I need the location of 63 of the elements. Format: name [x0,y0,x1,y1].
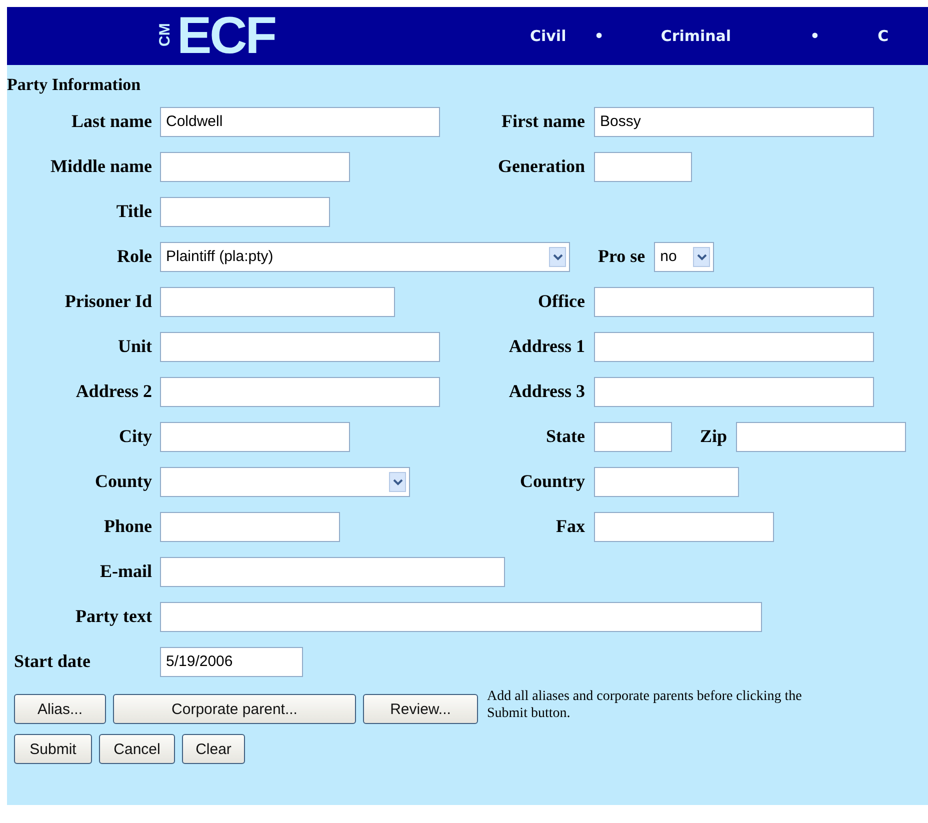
section-title: Party Information [7,75,142,95]
field-label: Phone [104,516,152,536]
field-label: First name [502,111,585,131]
text-field[interactable] [736,422,906,452]
text-field[interactable] [160,152,350,182]
date-field[interactable]: 5/19/2006 [160,646,303,676]
field-label: County [94,471,152,491]
field-label: Address 1 [508,336,585,356]
text-field[interactable] [160,422,350,452]
text-field[interactable] [594,376,874,406]
nav-link[interactable]: C [878,27,889,45]
form-button[interactable]: Alias... [14,694,106,724]
field-label: Address 2 [76,381,152,401]
form-button[interactable]: Corporate parent... [113,694,356,724]
text-field[interactable] [594,332,874,362]
text-field[interactable] [160,332,440,362]
help-note: Add all aliases and corporate parents before clicking the Submit button. [487,689,803,723]
field-label: City [119,426,152,446]
field-label: Country [520,471,585,491]
field-label: Prisoner Id [64,291,152,311]
text-field[interactable] [160,196,330,226]
text-field[interactable] [160,556,505,586]
nav-separator: • [594,27,604,45]
text-field[interactable] [594,512,774,542]
text-field[interactable] [594,466,739,496]
chevron-down-icon [693,246,710,266]
field-label: Title [116,201,152,221]
text-field[interactable] [160,602,762,632]
action-button[interactable]: Cancel [99,734,175,764]
form-button[interactable]: Review... [363,694,478,724]
chevron-down-icon [389,472,406,492]
logo: CM ECF [156,7,275,65]
text-field[interactable]: Bossy [594,106,874,136]
field-label: Start date [14,651,90,671]
text-field[interactable] [160,286,395,316]
nav-link[interactable]: Civil [530,27,566,45]
text-field[interactable]: Coldwell [160,106,440,136]
field-label: Role [117,246,152,266]
field-label: Generation [498,156,585,176]
field-label: Party text [76,606,152,626]
field-label: Zip [700,426,728,446]
text-field[interactable] [594,152,692,182]
nav-separator: • [810,27,820,45]
text-field[interactable] [594,422,672,452]
chevron-down-icon [549,246,566,266]
dropdown[interactable]: no [654,242,714,272]
field-label: Office [538,291,585,311]
field-label: Pro se [598,246,646,266]
text-field[interactable] [160,376,440,406]
field-label: Last name [72,111,152,131]
field-label: E-mail [100,561,152,581]
field-label: Address 3 [508,381,585,401]
dropdown[interactable]: Plaintiff (pla:pty) [160,242,570,272]
dropdown[interactable] [160,466,410,496]
field-label: Middle name [50,156,152,176]
text-field[interactable] [594,286,874,316]
field-label: Unit [118,336,152,356]
action-button[interactable]: Submit [14,734,92,764]
action-button[interactable]: Clear [182,734,245,764]
nav-link[interactable]: Criminal [660,27,732,45]
field-label: State [546,426,585,446]
field-label: Fax [556,516,585,536]
text-field[interactable] [160,512,340,542]
